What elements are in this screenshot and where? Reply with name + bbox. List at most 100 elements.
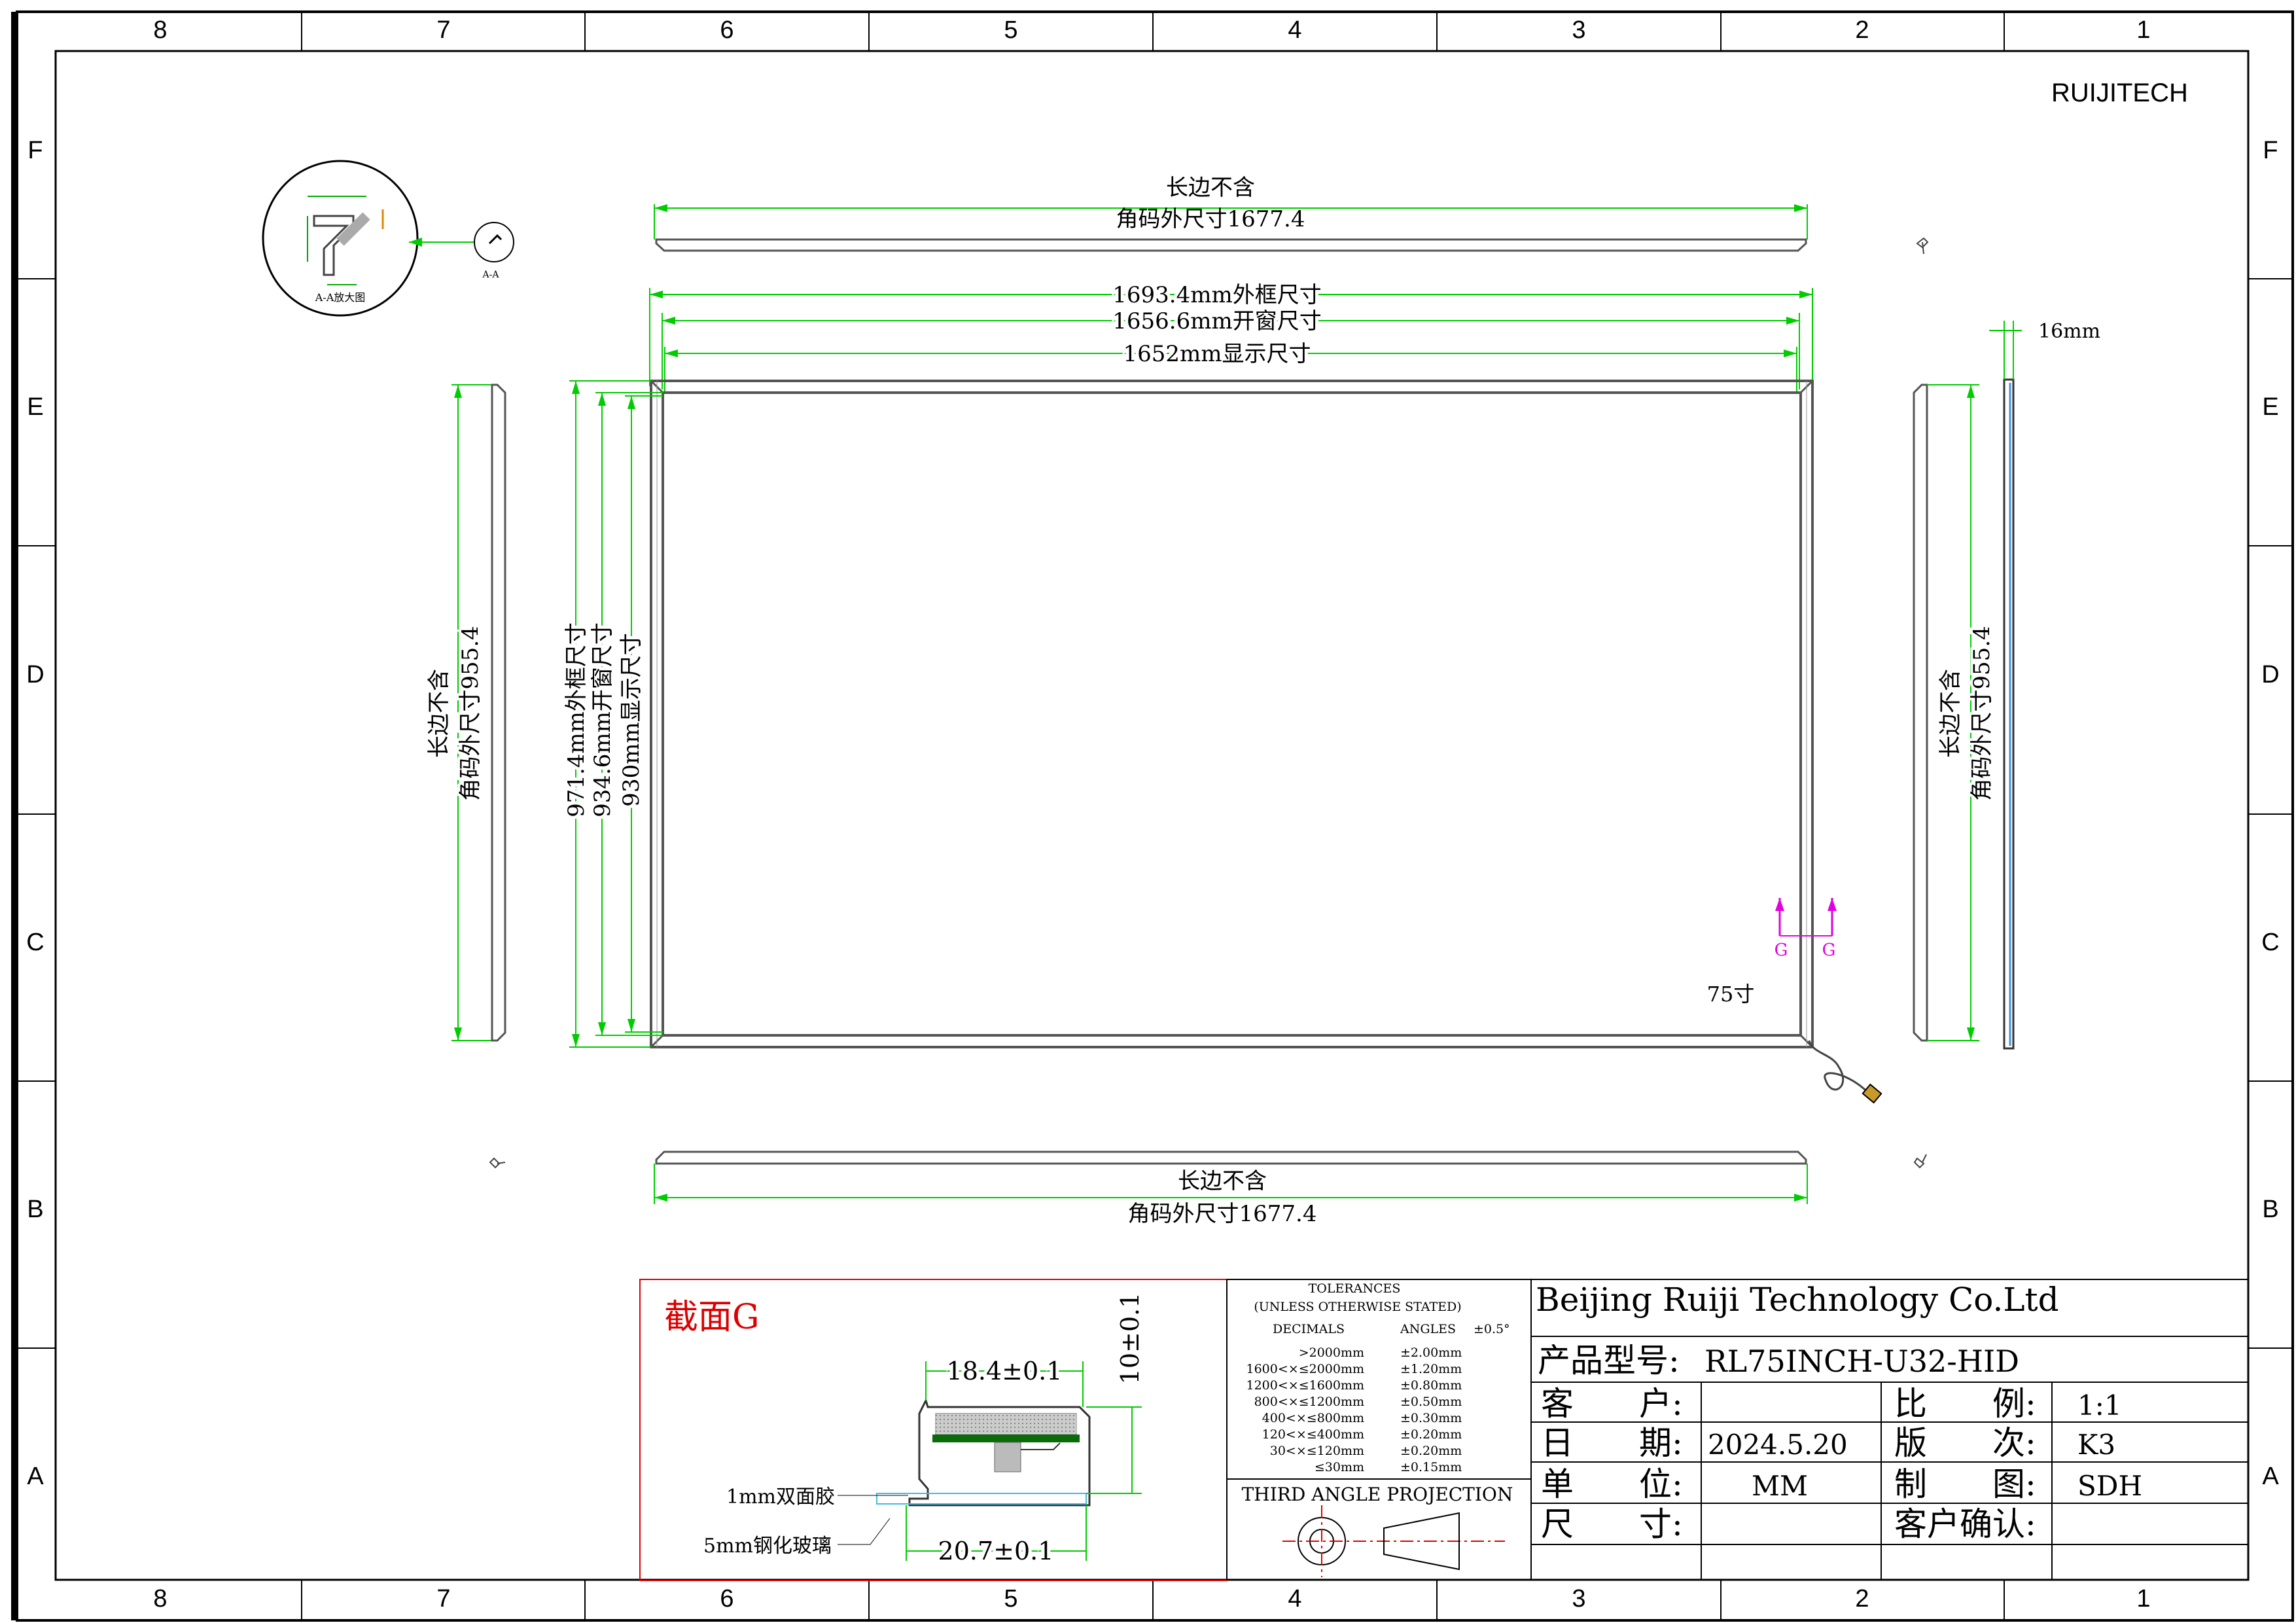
section-marker: G — [1775, 940, 1788, 960]
size-label: 尺 寸: — [1541, 1505, 1683, 1543]
grid-col-label: 8 — [153, 16, 167, 44]
grid-row-label: D — [26, 661, 44, 688]
grid-col-label: 1 — [2136, 1585, 2150, 1613]
grid-col-label: 3 — [1572, 1585, 1585, 1613]
grid-col-label: 7 — [436, 16, 450, 44]
section-dim-height: 10±0.1 — [1116, 1293, 1144, 1385]
version-value: K3 — [2077, 1429, 2115, 1461]
right-bar-note-2: 角码外尺寸955.4 — [1969, 626, 1995, 800]
tolerance-value: ±0.20mm — [1400, 1444, 1462, 1458]
left-bar-note-2: 角码外尺寸955.4 — [457, 626, 484, 800]
vertical-dimensions: 971.4mm外框尺寸 934.6mm开窗尺寸 930mm显示尺寸 — [560, 380, 663, 1048]
product-model-label: 产品型号: — [1538, 1342, 1680, 1380]
tolerances-title: TOLERANCES — [1309, 1281, 1401, 1296]
grid-col-label: 2 — [1855, 1585, 1869, 1613]
bottom-frame-bar: 长边不含 角码外尺寸1677.4 — [654, 1150, 1808, 1230]
side-thickness-label: 16mm — [2038, 320, 2100, 343]
tolerance-range: >2000mm — [1299, 1346, 1364, 1360]
drawn-by-value: SDH — [2077, 1470, 2142, 1502]
date-label: 日 期: — [1541, 1424, 1683, 1462]
main-frame: 75寸 G G — [650, 380, 1882, 1104]
tolerance-value: ±0.20mm — [1400, 1427, 1462, 1442]
section-dim-bottom: 20.7±0.1 — [938, 1537, 1054, 1565]
bottom-bar-note-1: 长边不含 — [1178, 1168, 1267, 1194]
tolerance-range: 800<×≤1200mm — [1254, 1395, 1364, 1409]
grid-row-label: A — [27, 1463, 44, 1490]
tolerance-range: 120<×≤400mm — [1262, 1427, 1364, 1442]
grid-col-label: 8 — [153, 1585, 167, 1613]
product-model-value: RL75INCH-U32-HID — [1704, 1344, 2019, 1379]
tolerance-range: ≤30mm — [1315, 1460, 1364, 1474]
dim-window-height: 934.6mm开窗尺寸 — [590, 622, 616, 817]
left-frame-bar: 长边不含 角码外尺寸955.4 — [426, 383, 506, 1042]
unit-value: MM — [1752, 1470, 1808, 1502]
section-label: A-A — [482, 270, 500, 280]
drawing-sheet: 8 7 6 5 4 3 2 1 8 7 6 5 4 3 2 1 F E D C … — [11, 10, 2294, 1622]
usb-cable-icon — [1808, 1040, 1873, 1097]
section-dim-top: 18.4±0.1 — [947, 1357, 1063, 1385]
projection-label: THIRD ANGLE PROJECTION — [1242, 1484, 1513, 1505]
tolerance-range: 1200<×≤1600mm — [1246, 1378, 1365, 1393]
dim-display-height: 930mm显示尺寸 — [618, 633, 645, 806]
tolerance-value: ±0.15mm — [1400, 1460, 1462, 1474]
dim-outer-width: 1693.4mm外框尺寸 — [1112, 282, 1321, 308]
scale-label: 比 例: — [1894, 1385, 2036, 1423]
grid-col-label: 6 — [720, 1585, 733, 1613]
grid-col-label: 4 — [1288, 16, 1301, 44]
tolerance-value: ±0.80mm — [1400, 1378, 1462, 1393]
bottom-bar-note-2: 角码外尺寸1677.4 — [1128, 1201, 1317, 1227]
grid-row-label: F — [2263, 137, 2278, 164]
top-bar-note-1: 长边不含 — [1166, 175, 1255, 201]
section-marker: G — [1822, 940, 1836, 960]
third-angle-projection-icon — [1282, 1505, 1505, 1577]
left-bar-note-1: 长边不含 — [426, 669, 452, 758]
right-bar-note-1: 长边不含 — [1937, 669, 1964, 758]
section-view-g: 截面G 18.4±0.1 20.7±0.1 10±0.1 1mm双面胶 5mm钢… — [639, 1279, 1227, 1581]
tolerances-table: TOLERANCES (UNLESS OTHERWISE STATED) DEC… — [1226, 1279, 1531, 1580]
grid-row-label: E — [27, 393, 43, 421]
tolerance-range: 30<×≤120mm — [1270, 1444, 1364, 1458]
tolerance-value: ±0.50mm — [1400, 1395, 1462, 1409]
side-profile-view: 16mm — [1989, 320, 2100, 1050]
tolerance-value: ±0.30mm — [1400, 1411, 1462, 1425]
tolerances-col-angles: ANGLES — [1400, 1322, 1456, 1336]
top-frame-bar: 长边不含 角码外尺寸1677.4 — [654, 175, 1808, 252]
grid-row-label: B — [2262, 1196, 2278, 1223]
tolerance-range: 1600<×≤2000mm — [1246, 1362, 1365, 1376]
scale-value: 1:1 — [2077, 1389, 2122, 1421]
company-logo-text: RUIJITECH — [2051, 79, 2188, 107]
customer-label: 客 户: — [1541, 1385, 1683, 1423]
grid-col-label: 5 — [1004, 1585, 1017, 1613]
date-value: 2024.5.20 — [1708, 1429, 1848, 1461]
callout-tape: 1mm双面胶 — [726, 1486, 835, 1508]
grid-col-label: 4 — [1288, 1585, 1301, 1613]
detail-label: A-A放大图 — [315, 291, 366, 304]
grid-row-label: A — [2262, 1463, 2279, 1490]
grid-col-label: 6 — [720, 16, 733, 44]
grid-row-label: F — [27, 137, 43, 164]
customer-confirm-label: 客户确认: — [1894, 1505, 2036, 1543]
tolerance-range: 400<×≤800mm — [1262, 1411, 1364, 1425]
top-bar-note-2: 角码外尺寸1677.4 — [1116, 206, 1305, 232]
screen-size-label: 75寸 — [1707, 982, 1755, 1007]
tolerances-subtitle: (UNLESS OTHERWISE STATED) — [1254, 1300, 1461, 1314]
grid-col-label: 3 — [1572, 16, 1585, 44]
grid-row-label: C — [26, 929, 44, 956]
tolerances-col-decimals: DECIMALS — [1273, 1322, 1345, 1336]
dim-outer-height: 971.4mm外框尺寸 — [563, 622, 590, 817]
corner-key-icon — [489, 237, 1929, 1169]
grid-col-label: 1 — [2136, 16, 2150, 44]
grid-col-label: 2 — [1855, 16, 1869, 44]
detail-view-aa: A-A放大图 A-A — [262, 160, 514, 317]
grid-row-label: C — [2261, 929, 2279, 956]
grid-row-label: E — [2262, 393, 2278, 421]
unit-label: 单 位: — [1541, 1465, 1683, 1503]
drawn-by-label: 制 图: — [1894, 1465, 2036, 1503]
horizontal-dimensions: 1693.4mm外框尺寸 1656.6mm开窗尺寸 1652mm显示尺寸 — [649, 279, 1813, 393]
version-label: 版 次: — [1894, 1424, 2036, 1462]
company-name: Beijing Ruiji Technology Co.Ltd — [1536, 1281, 2059, 1319]
right-frame-bar: 长边不含 角码外尺寸955.4 — [1913, 383, 1998, 1042]
tolerance-value: ±2.00mm — [1400, 1346, 1462, 1360]
callout-glass: 5mm钢化玻璃 — [703, 1535, 832, 1558]
section-view-title: 截面G — [664, 1298, 760, 1337]
